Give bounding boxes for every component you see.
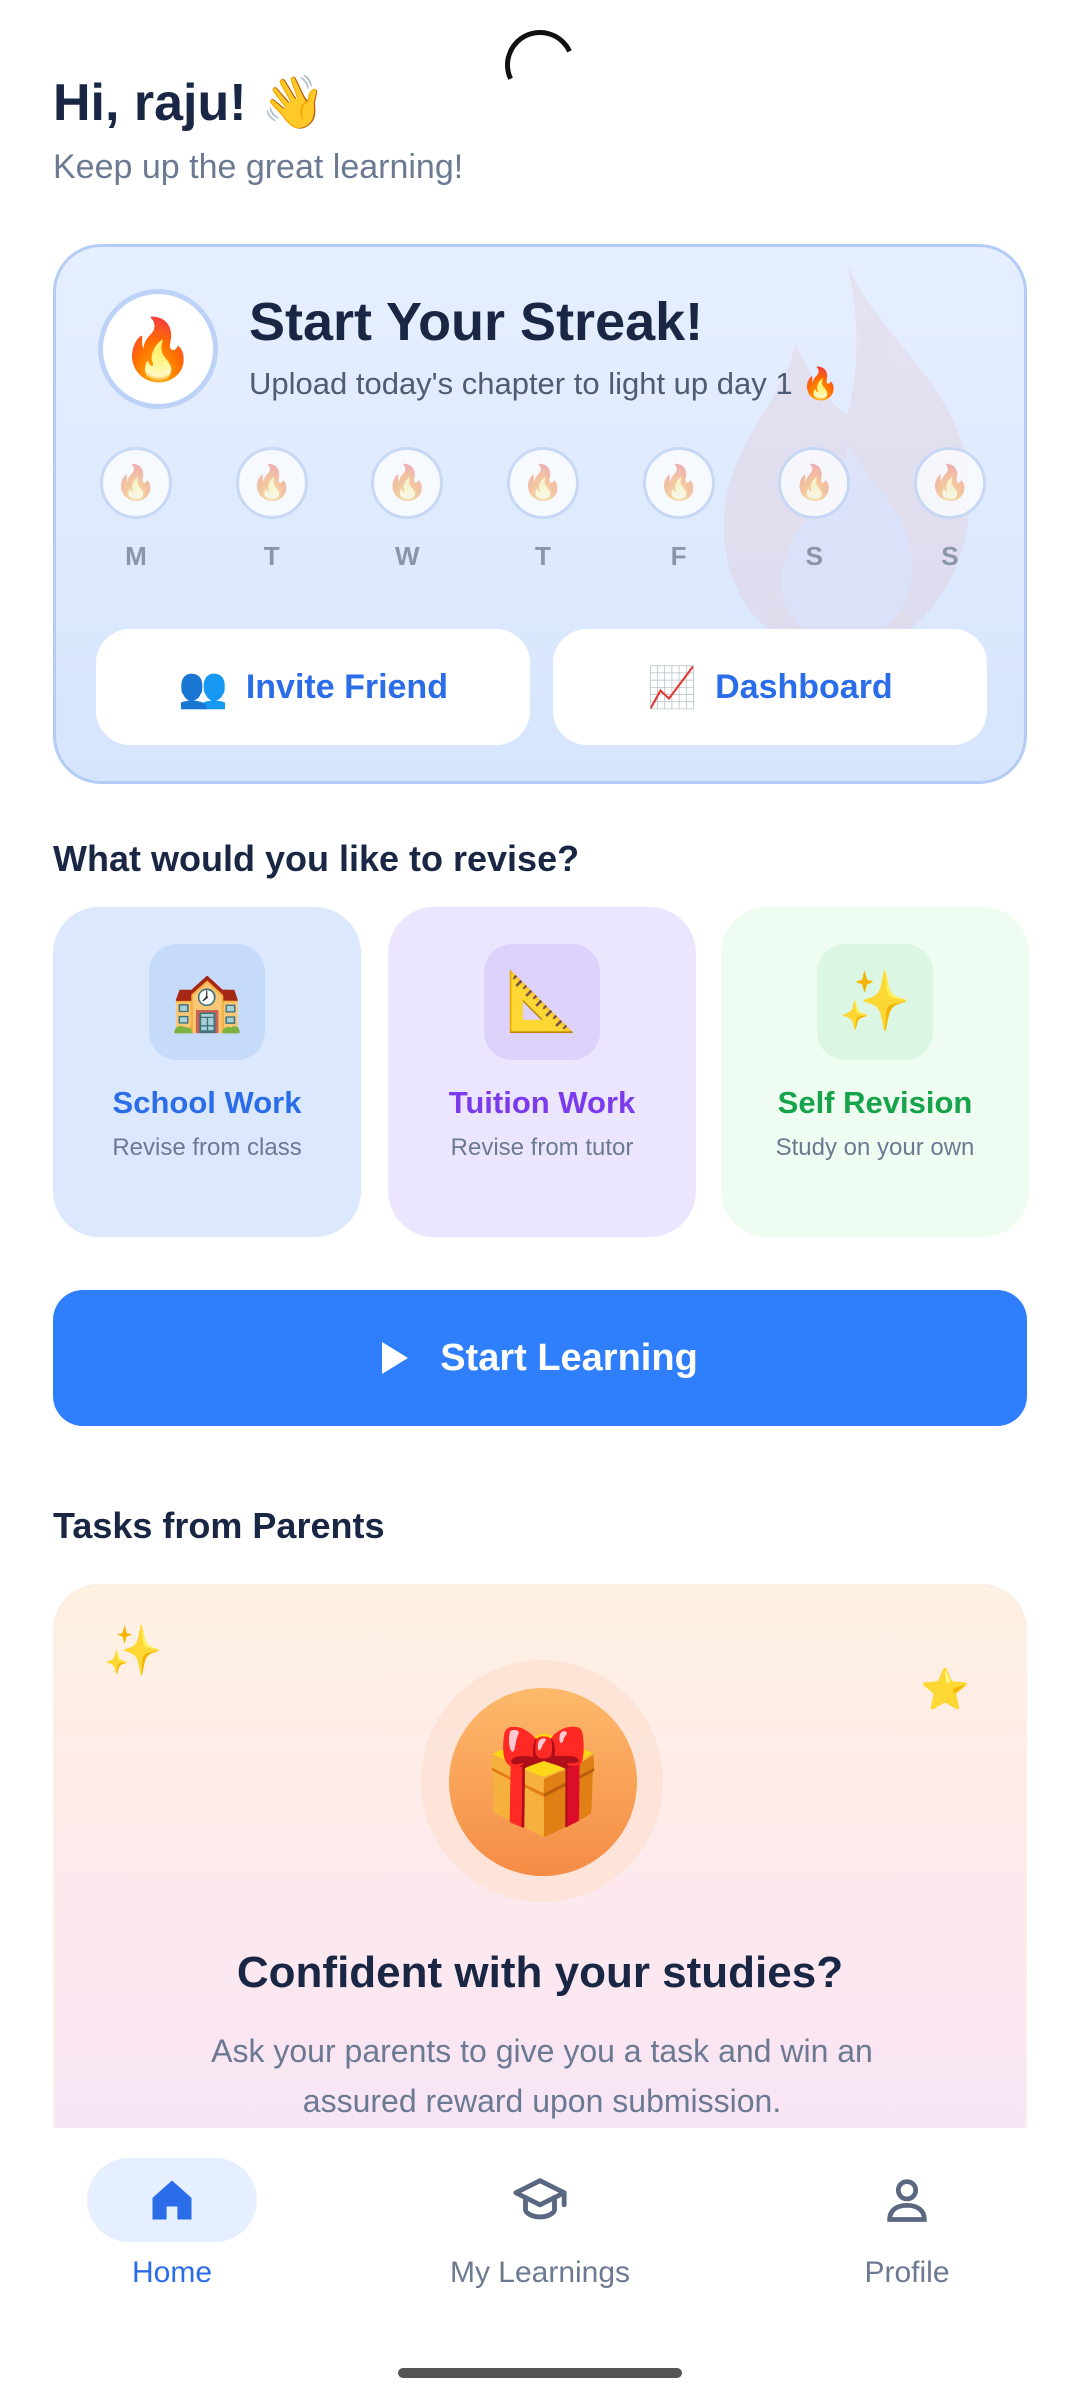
gift-icon: 🎁 xyxy=(449,1688,637,1876)
nav-my-learnings[interactable]: My Learnings xyxy=(390,2158,690,2290)
self-revision-title: Self Revision xyxy=(777,1085,973,1120)
start-learning-label: Start Learning xyxy=(440,1336,698,1379)
home-indicator[interactable] xyxy=(398,2368,682,2378)
dashboard-button[interactable]: 📈 Dashboard xyxy=(553,629,987,745)
task-card-description: Ask your parents to give you a task and … xyxy=(211,2033,873,2119)
sparkles-icon: ✨ xyxy=(103,1625,163,1678)
day-label: S xyxy=(805,541,823,571)
streak-day: 🔥 T xyxy=(505,447,581,572)
invite-friend-label: Invite Friend xyxy=(245,667,448,706)
school-work-card[interactable]: 🏫 School Work Revise from class xyxy=(53,907,361,1237)
streak-subtitle: Upload today's chapter to light up day 1… xyxy=(249,366,840,401)
day-label: S xyxy=(941,541,959,571)
play-icon xyxy=(382,1342,409,1374)
day-flame-icon: 🔥 xyxy=(506,447,579,519)
sparkles-icon: ✨ xyxy=(817,944,933,1060)
streak-day: 🔥 M xyxy=(98,447,174,572)
streak-day: 🔥 T xyxy=(234,447,310,572)
self-revision-card[interactable]: ✨ Self Revision Study on your own xyxy=(721,907,1029,1237)
day-label: F xyxy=(670,541,687,571)
tuition-work-title: Tuition Work xyxy=(448,1085,636,1120)
day-flame-icon: 🔥 xyxy=(778,447,851,519)
greeting-title: Hi, raju! 👋 xyxy=(53,74,326,132)
streak-day: 🔥 S xyxy=(912,447,988,572)
tasks-section-title: Tasks from Parents xyxy=(53,1505,385,1546)
people-icon: 👥 xyxy=(178,665,228,710)
nav-profile-label: Profile xyxy=(864,2256,950,2289)
person-icon xyxy=(887,2179,927,2222)
streak-title: Start Your Streak! xyxy=(249,292,704,352)
nav-profile-pill xyxy=(822,2158,992,2242)
revise-section-title: What would you like to revise? xyxy=(53,838,580,879)
self-revision-desc: Study on your own xyxy=(775,1134,975,1161)
home-screen: Hi, raju! 👋 Keep up the great learning! … xyxy=(0,0,1080,2400)
chart-icon: 📈 xyxy=(647,665,698,710)
streak-day: 🔥 F xyxy=(641,447,717,572)
day-label: T xyxy=(263,541,280,571)
nav-home[interactable]: Home xyxy=(22,2158,322,2290)
day-label: M xyxy=(125,541,147,571)
home-icon xyxy=(152,2180,192,2220)
loading-spinner-icon xyxy=(495,20,585,110)
greeting-subtitle: Keep up the great learning! xyxy=(53,148,464,186)
day-label: T xyxy=(535,541,551,571)
day-label: W xyxy=(395,541,420,571)
nav-learnings-pill xyxy=(455,2158,625,2242)
nav-home-pill xyxy=(87,2158,257,2242)
dashboard-label: Dashboard xyxy=(715,667,893,706)
day-flame-icon: 🔥 xyxy=(100,447,172,519)
day-flame-icon: 🔥 xyxy=(642,447,715,519)
start-learning-button[interactable]: Start Learning xyxy=(53,1290,1027,1426)
nav-learnings-label: My Learnings xyxy=(449,2256,631,2289)
tuition-work-desc: Revise from tutor xyxy=(450,1134,634,1161)
streak-flame-icon: 🔥 xyxy=(98,289,218,409)
day-flame-icon: 🔥 xyxy=(235,447,308,519)
invite-friend-button[interactable]: 👥 Invite Friend xyxy=(96,629,530,745)
nav-profile[interactable]: Profile xyxy=(757,2158,1057,2290)
streak-days: 🔥 M 🔥 T 🔥 W 🔥 T 🔥 F 🔥 S 🔥 S xyxy=(98,447,988,572)
streak-card: 🔥 Start Your Streak! Upload today's chap… xyxy=(53,244,1027,784)
star-icon: ⭐ xyxy=(920,1668,970,1712)
school-work-desc: Revise from class xyxy=(112,1134,302,1161)
streak-day: 🔥 W xyxy=(369,447,445,572)
day-flame-icon: 🔥 xyxy=(371,447,444,519)
task-card-title: Confident with your studies? xyxy=(236,1948,844,1997)
triangle-ruler-icon: 📐 xyxy=(484,944,600,1060)
tuition-work-card[interactable]: 📐 Tuition Work Revise from tutor xyxy=(388,907,696,1237)
bottom-navigation: Home My Learnings Profile xyxy=(0,2128,1080,2400)
nav-home-label: Home xyxy=(131,2256,213,2289)
school-work-title: School Work xyxy=(112,1085,302,1120)
day-flame-icon: 🔥 xyxy=(913,447,986,519)
school-icon: 🏫 xyxy=(149,944,265,1060)
streak-day: 🔥 S xyxy=(776,447,852,572)
graduation-cap-icon xyxy=(513,2178,567,2220)
parent-task-card: ✨ ⭐ 🎁 Confident with your studies? Ask y… xyxy=(53,1584,1027,2134)
